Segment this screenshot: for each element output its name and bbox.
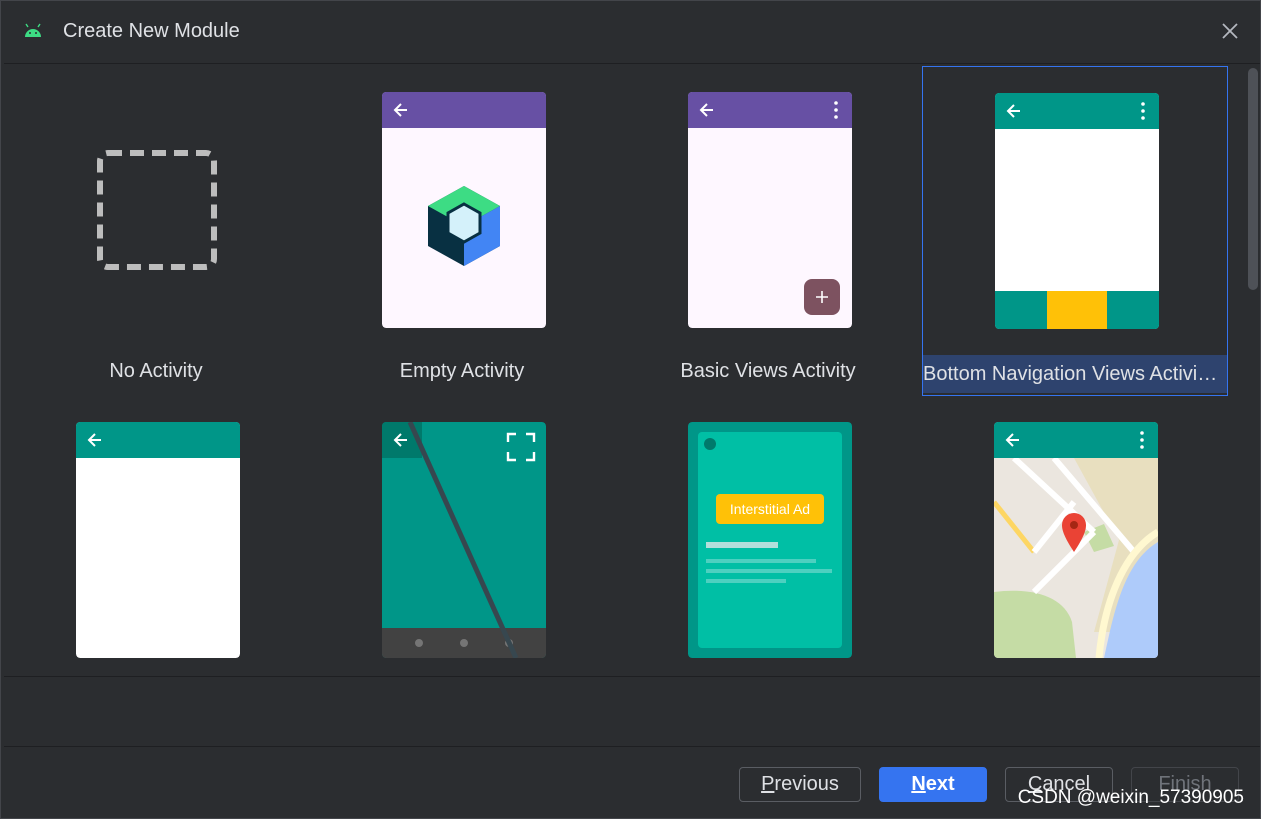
android-icon xyxy=(25,23,41,37)
divider xyxy=(4,746,1260,747)
template-preview-fullscreen[interactable] xyxy=(310,64,616,658)
dialog-title: Create New Module xyxy=(63,20,240,42)
interstitial-ad-preview: Interstitial Ad xyxy=(688,422,852,658)
map-preview xyxy=(994,422,1158,658)
teal-empty-preview xyxy=(76,422,240,658)
dialog-titlebar: Create New Module xyxy=(1,1,1261,63)
template-preview-teal-empty[interactable] xyxy=(4,64,310,658)
gallery-scrollbar[interactable] xyxy=(1248,68,1258,290)
create-new-module-dialog: Create New Module No Activity Empty Acti… xyxy=(0,0,1261,819)
next-button[interactable]: Next xyxy=(879,767,987,802)
template-preview-interstitial-ad[interactable]: Interstitial Ad xyxy=(616,64,922,658)
template-preview-map[interactable] xyxy=(922,64,1228,658)
fullscreen-preview xyxy=(382,422,546,658)
close-icon[interactable] xyxy=(1218,19,1242,43)
divider xyxy=(4,676,1260,677)
watermark-text: CSDN @weixin_57390905 xyxy=(1017,787,1244,808)
previous-button[interactable]: Previous xyxy=(739,767,861,802)
template-gallery: No Activity Empty Activity Basic Views A… xyxy=(4,63,1260,676)
interstitial-ad-label: Interstitial Ad xyxy=(730,501,810,517)
